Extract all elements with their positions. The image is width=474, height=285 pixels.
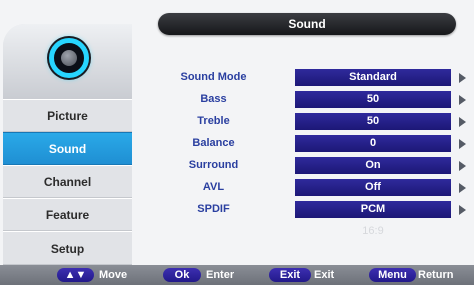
- arrow-right-icon[interactable]: [459, 117, 466, 127]
- setting-row-surround[interactable]: Surround On: [133, 156, 474, 175]
- setting-value[interactable]: 0: [295, 135, 451, 152]
- exit-label: Exit: [314, 269, 335, 281]
- help-bar: ▲▼ Move Ok Enter Exit Exit Menu Return: [0, 265, 474, 285]
- setting-row-avl[interactable]: AVL Off: [133, 178, 474, 197]
- ring-logo-icon: [49, 38, 89, 78]
- setting-row-treble[interactable]: Treble 50: [133, 112, 474, 131]
- move-label: Move: [99, 269, 128, 281]
- setting-label: SPDIF: [197, 203, 230, 215]
- setting-value[interactable]: PCM: [295, 201, 451, 218]
- page-title: Sound: [288, 17, 326, 31]
- setting-value[interactable]: On: [295, 157, 451, 174]
- setting-row-spdif[interactable]: SPDIF PCM: [133, 200, 474, 219]
- sidebar-item-feature[interactable]: Feature: [3, 198, 132, 231]
- setting-label: Sound Mode: [180, 71, 247, 83]
- ok-key-icon: Ok: [163, 268, 201, 282]
- setting-row-balance[interactable]: Balance 0: [133, 134, 474, 153]
- sidebar-item-picture[interactable]: Picture: [3, 99, 132, 132]
- move-key-icon: ▲▼: [57, 268, 94, 282]
- setting-value[interactable]: Standard: [295, 69, 451, 86]
- logo-core: [61, 50, 77, 66]
- setting-row-sound-mode[interactable]: Sound Mode Standard: [133, 68, 474, 87]
- setting-value[interactable]: 50: [295, 91, 451, 108]
- tv-menu-screen: Picture Sound Channel Feature Setup Soun…: [0, 0, 474, 285]
- arrow-right-icon[interactable]: [459, 73, 466, 83]
- arrow-right-icon[interactable]: [459, 205, 466, 215]
- setting-label: AVL: [202, 181, 225, 193]
- menu-key-icon: Menu: [369, 268, 416, 282]
- setting-label: Bass: [200, 93, 227, 105]
- setting-value: 16:9: [362, 225, 384, 237]
- setting-label: [133, 222, 294, 241]
- setting-label: Treble: [197, 115, 230, 127]
- sidebar-item-sound[interactable]: Sound: [3, 132, 132, 165]
- setting-row-bass[interactable]: Bass 50: [133, 90, 474, 109]
- setting-label: Balance: [192, 137, 235, 149]
- arrow-right-icon[interactable]: [459, 183, 466, 193]
- arrow-right-icon[interactable]: [459, 139, 466, 149]
- sidebar-header: [3, 24, 132, 99]
- setting-row-disabled: 16:9: [133, 222, 474, 241]
- arrow-right-icon[interactable]: [459, 95, 466, 105]
- setting-value[interactable]: Off: [295, 179, 451, 196]
- sidebar-item-channel[interactable]: Channel: [3, 165, 132, 198]
- arrow-right-icon[interactable]: [459, 161, 466, 171]
- setting-label: Surround: [188, 159, 239, 171]
- enter-label: Enter: [206, 269, 235, 281]
- title-bar: Sound: [158, 13, 456, 35]
- setting-value[interactable]: 50: [295, 113, 451, 130]
- exit-key-icon: Exit: [269, 268, 311, 282]
- sidebar-item-setup[interactable]: Setup: [3, 231, 132, 265]
- return-label: Return: [418, 269, 454, 281]
- sidebar: Picture Sound Channel Feature Setup: [3, 24, 132, 265]
